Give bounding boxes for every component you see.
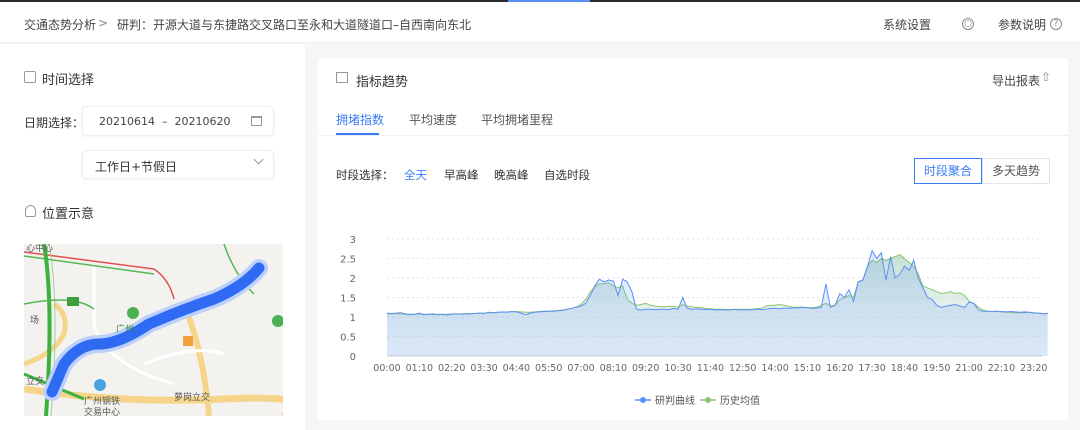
tab-average-speed[interactable]: 平均速度 <box>409 111 457 128</box>
chevron-down-icon <box>254 155 264 165</box>
series-line-research <box>387 251 1048 315</box>
breadcrumb-root[interactable]: 交通态势分析 <box>24 16 96 33</box>
tab-congestion-index[interactable]: 拥堵指数 <box>336 111 384 128</box>
help-button[interactable]: 参数说明 <box>998 16 1046 33</box>
y-tick-label: 3 <box>350 235 356 246</box>
x-tick-label: 21:00 <box>955 363 982 374</box>
congestion-index-chart: 0 0.5 1 1.5 2 2.5 3 00:00 01:10 02:20 03:30 04:40 05… <box>330 225 1060 415</box>
y-tick-label: 0 <box>350 352 356 363</box>
x-tick-label: 16:20 <box>826 363 853 374</box>
period-aggregate-button[interactable]: 时段聚合 <box>914 158 982 184</box>
period-morning-peak[interactable]: 早高峰 <box>444 167 479 183</box>
map-label: 心中心 <box>26 244 53 254</box>
x-tick-label: 22:10 <box>988 363 1015 374</box>
trend-chart-icon <box>336 72 348 83</box>
upload-icon[interactable]: ⇧ <box>1041 70 1051 84</box>
card-title: 指标趋势 <box>356 71 408 90</box>
breadcrumb-current: 研判：开源大道与东捷路交叉路口至永和大道隧道口–自西南向东北 <box>117 16 471 33</box>
x-tick-label: 18:40 <box>891 363 918 374</box>
map-label: 萝岗立交 <box>174 390 210 403</box>
x-tick-label: 03:30 <box>470 363 497 374</box>
x-tick-label: 14:00 <box>761 363 788 374</box>
x-tick-label: 08:10 <box>600 363 627 374</box>
map-label: 广州 <box>116 322 134 335</box>
day-type-select[interactable]: 工作日+节假日 <box>82 150 274 179</box>
period-label: 时段选择： <box>336 167 394 183</box>
x-tick-label: 02:20 <box>438 363 465 374</box>
route-map[interactable]: 广州 广州钢铁 交易中心 萝岗立交 场 立交 心中心 <box>24 244 283 416</box>
map-canvas <box>24 244 283 416</box>
x-tick-label: 01:10 <box>406 363 433 374</box>
legend-label[interactable]: 历史均值 <box>720 394 760 407</box>
y-tick-label: 0.5 <box>340 333 356 344</box>
x-tick-label: 09:20 <box>632 363 659 374</box>
calendar-icon <box>251 116 262 126</box>
y-tick-label: 1.5 <box>340 294 356 305</box>
map-label: 立交 <box>26 374 44 387</box>
map-label: 场 <box>30 313 39 326</box>
map-label: 交易中心 <box>84 405 120 416</box>
x-tick-label: 19:50 <box>923 363 950 374</box>
x-tick-label: 10:30 <box>664 363 691 374</box>
y-tick-label: 2 <box>350 274 356 285</box>
date-range-value: 20210614 – 20210620 <box>99 115 230 128</box>
period-all-day[interactable]: 全天 <box>404 167 427 183</box>
period-evening-peak[interactable]: 晚高峰 <box>494 167 529 183</box>
calendar-icon <box>24 71 36 83</box>
export-report-button[interactable]: 导出报表 <box>992 72 1040 89</box>
help-icon[interactable]: ? <box>1050 18 1062 30</box>
x-tick-label: 04:40 <box>503 363 530 374</box>
location-section-title: 位置示意 <box>42 203 94 222</box>
header: 交通态势分析 > 研判：开源大道与东捷路交叉路口至永和大道隧道口–自西南向东北 … <box>0 2 1080 43</box>
x-tick-label: 00:00 <box>373 363 400 374</box>
x-tick-label: 07:00 <box>567 363 594 374</box>
day-type-value: 工作日+节假日 <box>95 158 177 175</box>
tab-average-congestion-mileage[interactable]: 平均拥堵里程 <box>481 111 553 128</box>
period-custom[interactable]: 自选时段 <box>544 167 590 183</box>
time-section-title: 时间选择 <box>42 69 94 88</box>
legend-marker <box>705 397 711 403</box>
left-panel: 时间选择 日期选择： 20210614 – 20210620 工作日+节假日 位… <box>0 44 305 430</box>
x-tick-label: 11:40 <box>697 363 724 374</box>
legend-label[interactable]: 研判曲线 <box>655 394 695 407</box>
y-tick-label: 1 <box>350 313 356 324</box>
x-tick-label: 12:50 <box>729 363 756 374</box>
x-tick-label: 05:50 <box>535 363 562 374</box>
settings-button[interactable]: 系统设置 <box>883 16 931 33</box>
multi-day-trend-button[interactable]: 多天趋势 <box>982 158 1050 184</box>
date-label: 日期选择： <box>24 114 84 131</box>
location-pin-icon <box>25 205 36 217</box>
y-tick-label: 2.5 <box>340 255 356 266</box>
x-tick-label: 17:30 <box>858 363 885 374</box>
x-tick-label: 23:20 <box>1020 363 1047 374</box>
x-tick-label: 15:10 <box>794 363 821 374</box>
tab-divider <box>318 135 1068 136</box>
date-range-picker[interactable]: 20210614 – 20210620 <box>82 106 274 136</box>
legend-marker <box>640 397 646 403</box>
gear-icon[interactable]: ○ <box>962 18 974 30</box>
breadcrumb-separator-icon: > <box>98 16 108 30</box>
